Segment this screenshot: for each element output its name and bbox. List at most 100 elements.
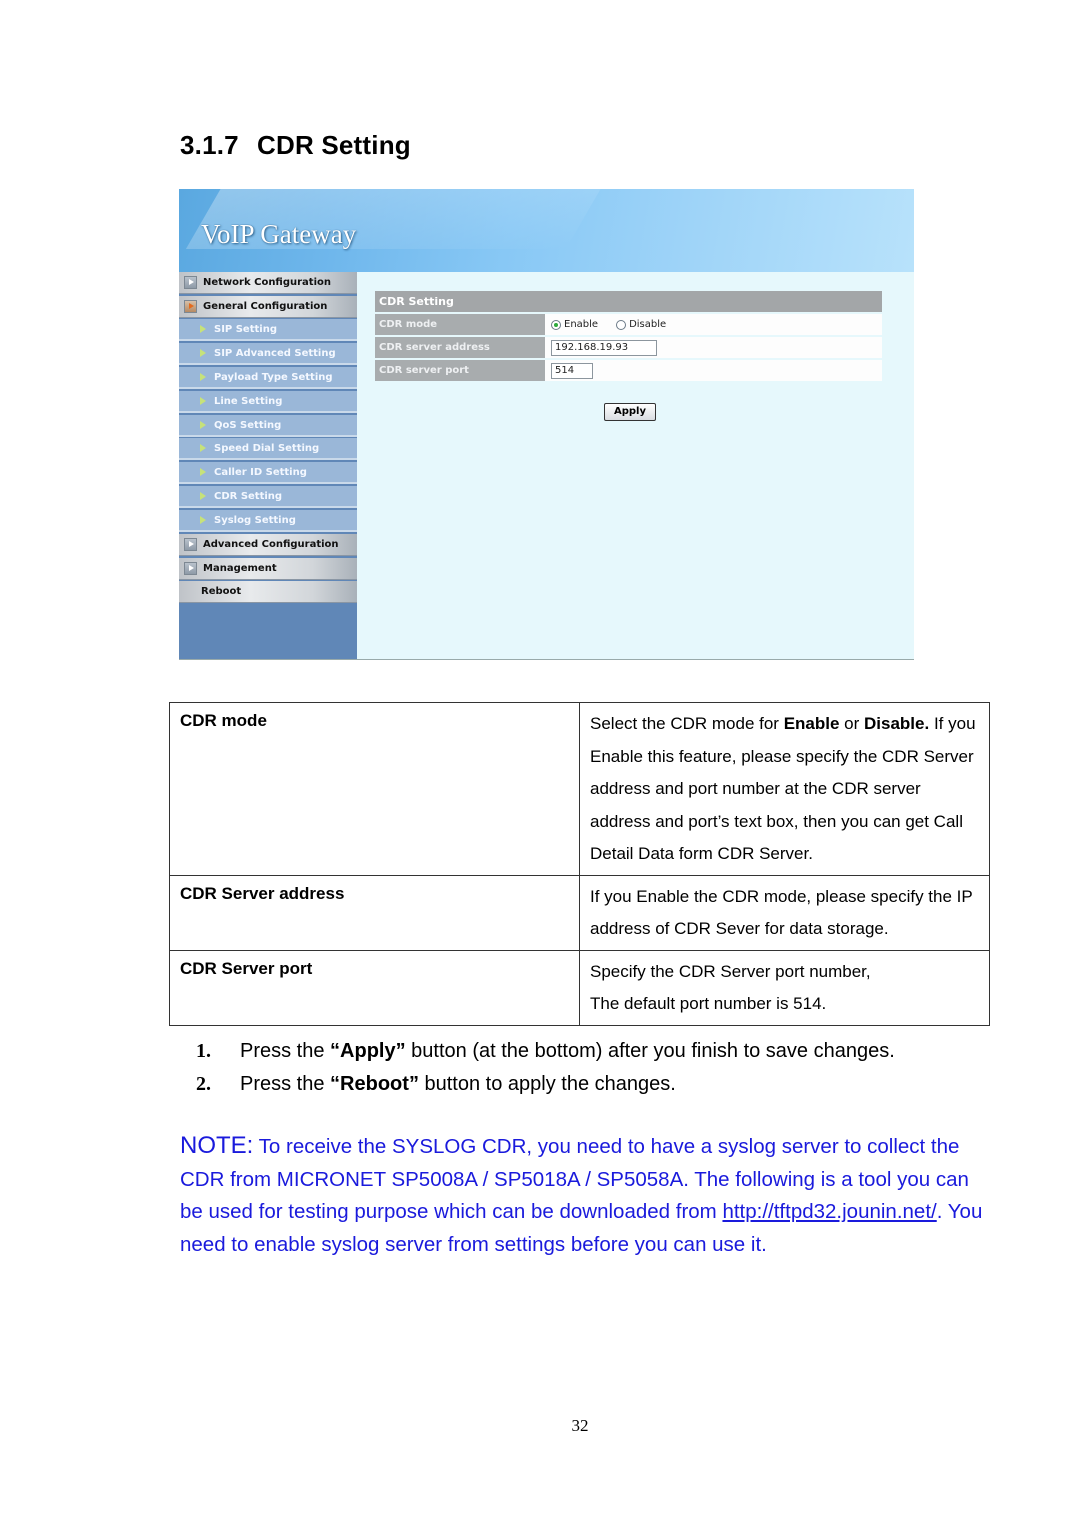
- voip-gateway-screenshot: VoIP Gateway Network Configuration Gener…: [179, 189, 914, 660]
- sidebar-item-general-configuration[interactable]: General Configuration: [179, 296, 357, 318]
- cdr-server-address-label: CDR server address: [375, 337, 545, 358]
- sidebar-item-label: Reboot: [201, 586, 242, 597]
- sidebar-item-label: Line Setting: [214, 395, 283, 407]
- bold-text: Enable: [783, 714, 840, 733]
- sidebar-item-speed-dial-setting[interactable]: Speed Dial Setting: [179, 438, 357, 460]
- table-row: CDR Server port Specify the CDR Server p…: [169, 949, 990, 1026]
- sidebar-item-syslog-setting[interactable]: Syslog Setting: [179, 510, 357, 532]
- sidebar-item-label: Advanced Configuration: [203, 539, 339, 550]
- quote: ”: [408, 1073, 419, 1095]
- form-heading: CDR Setting: [375, 291, 882, 312]
- instruction-steps: 1. Press the “Apply” button (at the bott…: [196, 1035, 895, 1101]
- sidebar-item-management[interactable]: Management: [179, 558, 357, 580]
- sidebar-item-sip-setting[interactable]: SIP Setting: [179, 319, 357, 341]
- cdr-server-port-label: CDR server port: [375, 360, 545, 381]
- cdr-server-port-input[interactable]: 514: [551, 362, 593, 379]
- page-number: 32: [571, 1416, 589, 1435]
- sidebar-item-label: Network Configuration: [203, 277, 331, 288]
- triangle-bullet-icon: [200, 421, 206, 429]
- bold-text: “Reboot”: [330, 1073, 419, 1095]
- sidebar-item-label: SIP Setting: [214, 323, 277, 335]
- cdr-mode-disable-radio[interactable]: Disable: [616, 319, 666, 330]
- cdr-mode-label: CDR mode: [375, 314, 545, 335]
- step-number: 1.: [196, 1040, 211, 1062]
- text-span: Reboot: [340, 1073, 409, 1095]
- triangle-bullet-icon: [200, 468, 206, 476]
- sidebar-item-label: Management: [203, 563, 277, 574]
- table-key-cell: CDR mode: [169, 702, 580, 876]
- radio-label: Enable: [564, 319, 599, 330]
- sidebar-item-reboot[interactable]: Reboot: [179, 581, 357, 603]
- parameter-description-table: CDR mode Select the CDR mode for Enable …: [169, 702, 990, 1026]
- sidebar-item-label: Syslog Setting: [214, 514, 296, 526]
- sidebar-item-sip-advanced-setting[interactable]: SIP Advanced Setting: [179, 343, 357, 365]
- step-text: Press the “Reboot” button to apply the c…: [240, 1068, 676, 1101]
- triangle-bullet-icon: [200, 397, 206, 405]
- bold-text: Disable.: [864, 714, 930, 733]
- triangle-bullet-icon: [200, 325, 206, 333]
- text-line: The default port number is 514.: [590, 994, 827, 1013]
- text-span: If you Enable this feature, please speci…: [590, 714, 976, 863]
- banner-title: VoIP Gateway: [201, 219, 357, 249]
- download-link[interactable]: http://tftpd32.jounin.net/: [722, 1200, 936, 1223]
- expanded-arrow-icon: [184, 300, 197, 313]
- sidebar-item-advanced-configuration[interactable]: Advanced Configuration: [179, 534, 357, 556]
- triangle-bullet-icon: [200, 373, 206, 381]
- text-span: Press the: [240, 1040, 331, 1062]
- step-text: Press the “Apply” button (at the bottom)…: [240, 1035, 895, 1068]
- banner: VoIP Gateway: [179, 189, 914, 272]
- table-value-cell: If you Enable the CDR mode, please speci…: [579, 874, 990, 951]
- cdr-mode-enable-radio[interactable]: Enable: [551, 319, 598, 330]
- text-span: or: [839, 714, 865, 733]
- sidebar-item-label: Speed Dial Setting: [214, 442, 320, 454]
- sidebar-item-label: Caller ID Setting: [214, 466, 307, 478]
- text-line: Specify the CDR Server port number,: [590, 961, 871, 981]
- section-heading: 3.1.7 CDR Setting: [180, 130, 411, 161]
- sidebar-nav: Network Configuration General Configurat…: [179, 272, 357, 659]
- text-span: button to apply the changes.: [418, 1073, 676, 1095]
- section-title: CDR Setting: [257, 130, 411, 160]
- radio-selected-icon: [551, 319, 561, 330]
- radio-label: Disable: [629, 319, 667, 330]
- text-span: Press the: [240, 1073, 331, 1095]
- table-key-cell: CDR Server address: [169, 874, 580, 951]
- cdr-server-address-input[interactable]: 192.168.19.93: [551, 339, 657, 356]
- radio-unselected-icon: [616, 319, 627, 330]
- text-span: Select the CDR mode for: [590, 714, 784, 733]
- apply-button[interactable]: Apply: [604, 403, 656, 421]
- triangle-bullet-icon: [200, 516, 206, 524]
- sidebar-item-label: SIP Advanced Setting: [214, 347, 336, 359]
- triangle-bullet-icon: [200, 492, 206, 500]
- sidebar-item-line-setting[interactable]: Line Setting: [179, 391, 357, 413]
- quote: ”: [395, 1040, 406, 1062]
- triangle-bullet-icon: [200, 349, 206, 357]
- sidebar-item-caller-id-setting[interactable]: Caller ID Setting: [179, 462, 357, 484]
- table-key-cell: CDR Server port: [169, 949, 580, 1026]
- quote: “: [330, 1040, 341, 1062]
- sidebar-item-label: Payload Type Setting: [214, 371, 333, 383]
- table-value-cell: Specify the CDR Server port number, The d…: [579, 949, 990, 1026]
- cdr-server-address-row: CDR server address 192.168.19.93: [375, 337, 882, 358]
- bold-text: “Apply”: [330, 1040, 406, 1062]
- cdr-setting-form: CDR Setting CDR mode Enable Disable CDR …: [375, 291, 882, 421]
- sidebar-item-label: General Configuration: [203, 301, 328, 312]
- table-row: CDR mode Select the CDR mode for Enable …: [169, 702, 990, 876]
- triangle-bullet-icon: [200, 444, 206, 452]
- step-number: 2.: [196, 1073, 211, 1095]
- sidebar-item-payload-type-setting[interactable]: Payload Type Setting: [179, 367, 357, 389]
- section-number: 3.1.7: [180, 130, 239, 160]
- note-tag: NOTE:: [180, 1132, 254, 1159]
- table-row: CDR Server address If you Enable the CDR…: [169, 874, 990, 951]
- expand-arrow-icon: [184, 276, 197, 289]
- sidebar-item-label: QoS Setting: [214, 419, 282, 431]
- note-paragraph: NOTE: To receive the SYSLOG CDR, you nee…: [180, 1130, 992, 1261]
- sidebar-item-cdr-setting[interactable]: CDR Setting: [179, 486, 357, 508]
- expand-arrow-icon: [184, 562, 197, 575]
- step-item: 1. Press the “Apply” button (at the bott…: [196, 1035, 895, 1068]
- sidebar-item-qos-setting[interactable]: QoS Setting: [179, 415, 357, 437]
- cdr-mode-row: CDR mode Enable Disable: [375, 314, 882, 335]
- quote: “: [330, 1073, 341, 1095]
- sidebar-item-label: CDR Setting: [214, 490, 283, 502]
- sidebar-item-network-configuration[interactable]: Network Configuration: [179, 272, 357, 294]
- text-span: Apply: [340, 1040, 396, 1062]
